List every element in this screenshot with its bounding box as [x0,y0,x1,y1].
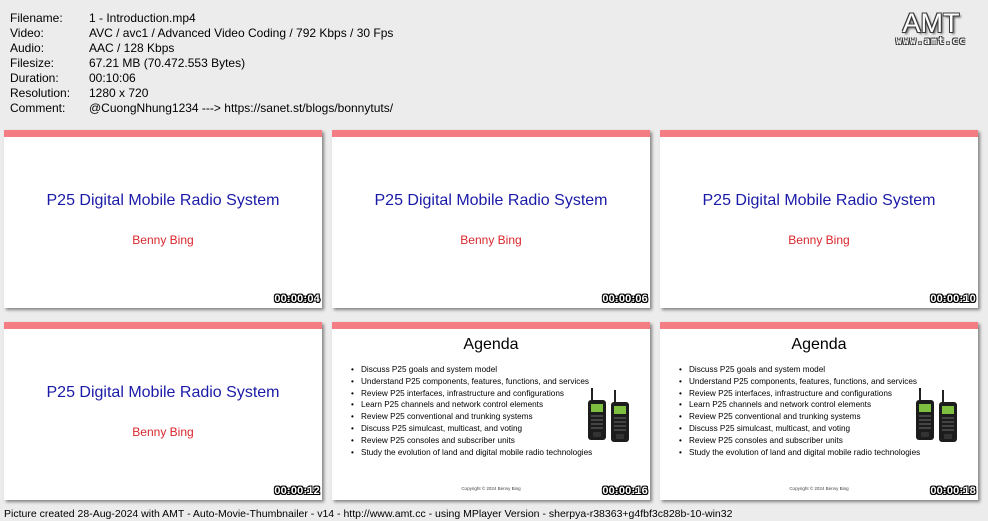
slide-title: P25 Digital Mobile Radio System [46,192,280,209]
slide-title: P25 Digital Mobile Radio System [374,192,608,209]
agenda-item: Learn P25 channels and network control e… [679,399,920,411]
agenda-item: Study the evolution of land and digital … [679,447,920,459]
info-comment: Comment: @CuongNhung1234 ---> https://sa… [10,101,394,115]
slide-header-bar [4,322,322,329]
timestamp: 00:00:04 [274,293,320,305]
thumbnail-4: P25 Digital Mobile Radio System Benny Bi… [4,322,322,500]
thumbnail-6: Agenda Discuss P25 goals and system mode… [660,322,978,500]
info-video: Video: AVC / avc1 / Advanced Video Codin… [10,26,394,40]
thumbnail-2: P25 Digital Mobile Radio System Benny Bi… [332,130,650,308]
agenda-item: Review P25 consoles and subscriber units [351,435,592,447]
slide-author: Benny Bing [460,233,522,247]
agenda-list: Discuss P25 goals and system model Under… [679,364,920,458]
agenda-item: Study the evolution of land and digital … [351,447,592,459]
agenda-item: Discuss P25 goals and system model [679,364,920,376]
agenda-item: Discuss P25 goals and system model [351,364,592,376]
slide-author: Benny Bing [132,233,194,247]
timestamp: 00:00:10 [930,293,976,305]
info-duration: Duration: 00:10:06 [10,71,136,85]
slide-header-bar [332,322,650,329]
footer-credit: Picture created 28-Aug-2024 with AMT - A… [4,508,733,520]
agenda-item: Review P25 conventional and trunking sys… [679,411,920,423]
agenda-title: Agenda [791,336,847,353]
slide-header-bar [660,130,978,137]
slide-author: Benny Bing [788,233,850,247]
agenda-title: Agenda [463,336,519,353]
agenda-list: Discuss P25 goals and system model Under… [351,364,592,458]
slide-title: P25 Digital Mobile Radio System [702,192,936,209]
timestamp: 00:00:18 [930,485,976,497]
thumbnail-5: Agenda Discuss P25 goals and system mode… [332,322,650,500]
walkie-talkie-icon [916,388,957,442]
slide-header-bar [660,322,978,329]
timestamp: 00:00:06 [602,293,648,305]
timestamp: 00:00:16 [602,485,648,497]
thumbnail-3: P25 Digital Mobile Radio System Benny Bi… [660,130,978,308]
info-filename: Filename: 1 - Introduction.mp4 [10,11,196,25]
walkie-talkie-icon [588,388,629,442]
amt-logo: AMT www.amt.cc [886,8,976,47]
agenda-item: Understand P25 components, features, fun… [351,376,592,388]
agenda-item: Discuss P25 simulcast, multicast, and vo… [679,423,920,435]
slide-header-bar [332,130,650,137]
info-audio: Audio: AAC / 128 Kbps [10,41,175,55]
agenda-item: Review P25 interfaces, infrastructure an… [679,388,920,400]
info-filesize: Filesize: 67.21 MB (70.472.553 Bytes) [10,56,246,70]
slide-author: Benny Bing [132,425,194,439]
thumbnail-1: P25 Digital Mobile Radio System Benny Bi… [4,130,322,308]
agenda-item: Learn P25 channels and network control e… [351,399,592,411]
agenda-item: Review P25 conventional and trunking sys… [351,411,592,423]
slide-header-bar [4,130,322,137]
file-info: Filename: 1 - Introduction.mp4 Video: AV… [10,11,393,116]
slide-title: P25 Digital Mobile Radio System [46,384,280,401]
timestamp: 00:00:12 [274,485,320,497]
agenda-item: Review P25 interfaces, infrastructure an… [351,388,592,400]
logo-text: AMT [902,8,960,38]
info-resolution: Resolution: 1280 x 720 [10,86,149,100]
agenda-item: Understand P25 components, features, fun… [679,376,920,388]
logo-url: www.amt.cc [895,36,967,47]
agenda-item: Review P25 consoles and subscriber units [679,435,920,447]
agenda-item: Discuss P25 simulcast, multicast, and vo… [351,423,592,435]
